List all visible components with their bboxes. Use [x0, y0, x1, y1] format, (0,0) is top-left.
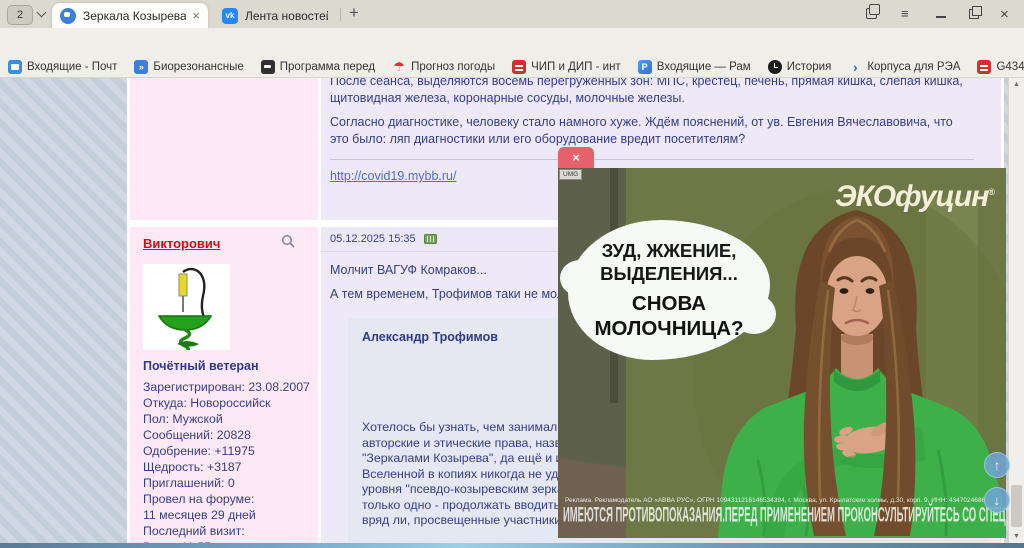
bookmark-biorezonans[interactable]: » Биорезонансные: [134, 59, 244, 74]
restore-button[interactable]: [969, 6, 982, 19]
post-author-link[interactable]: Викторович: [143, 236, 220, 251]
tab-vk-feed[interactable]: vk Лента новостей: [214, 3, 336, 28]
browser-toolbar: ← Я ↻ biorezonans.3bb.ru Зеркала Козырев…: [0, 28, 1024, 81]
user-rank: Почётный ветеран: [143, 359, 259, 373]
signature-link[interactable]: http://covid19.mybb.ru/: [330, 169, 456, 183]
taskbar-edge: [0, 543, 1024, 548]
stat-messages: Сообщений: 20828: [143, 428, 251, 442]
ad-network-badge: UMG: [559, 169, 583, 180]
ad-banner[interactable]: ЭКОфуцин® ЗУД, ЖЖЕНИЕ, ВЫДЕЛЕНИЯ... СНОВ…: [558, 168, 1006, 538]
bookmark-weather[interactable]: ☂ Прогноз погоды: [392, 59, 495, 75]
minimize-button[interactable]: [936, 16, 946, 18]
bubble-text: ЗУД, ЖЖЕНИЕ,: [601, 240, 737, 261]
mail-icon: [8, 59, 22, 74]
stat-lastvisit-label: Последний визит:: [143, 524, 245, 538]
page-scrollbar[interactable]: ▲ ▼: [1008, 78, 1024, 543]
stat-gender: Пол: Мужской: [143, 412, 223, 426]
tab-title: Зеркала Козырева 2: [83, 8, 187, 23]
scroll-to-top-button[interactable]: ↑: [984, 452, 1010, 478]
prev-post-profile-cell: [130, 78, 318, 220]
bookmark-tv-program[interactable]: Программа перед: [260, 59, 375, 74]
post-text-line: это было: ляп диагностики или его оборуд…: [330, 132, 746, 146]
avatar: [143, 264, 230, 354]
web-icon[interactable]: [423, 234, 437, 244]
umbrella-icon: ☂: [393, 58, 405, 74]
scrollbar-up-icon[interactable]: ▲: [1009, 81, 1024, 88]
search-posts-icon[interactable]: [281, 234, 296, 253]
new-tab-button[interactable]: +: [349, 3, 359, 23]
ad-brand-logo: ЭКОфуцин®: [835, 180, 995, 213]
tab-counter[interactable]: 2: [7, 5, 33, 25]
tab-close-icon[interactable]: ×: [192, 8, 200, 23]
stat-from: Откуда: Новороссийск: [143, 396, 271, 410]
post-text-line: щитовидная железа, коронарные сосуды, мо…: [330, 91, 685, 105]
stat-approval: Одобрение: +11975: [143, 444, 255, 458]
ad-speech-bubble: ЗУД, ЖЖЕНИЕ, ВЫДЕЛЕНИЯ... СНОВА МОЛОЧНИЦ…: [560, 220, 776, 360]
chevron-down-icon[interactable]: [36, 7, 47, 18]
bookmark-gainta[interactable]: G434, Gainta: [977, 59, 1024, 74]
chevron-icon: ›: [852, 58, 858, 75]
scroll-to-bottom-button[interactable]: ↓: [984, 487, 1010, 513]
scrollbar-down-icon[interactable]: ▼: [1009, 533, 1024, 540]
stat-time-label: Провел на форуме:: [143, 492, 255, 506]
ad-close-button[interactable]: ×: [558, 147, 594, 168]
post-text-line: После сеанса, выделяются восемь перегруж…: [330, 78, 963, 88]
stat-invites: Приглашений: 0: [143, 476, 235, 490]
tab-active[interactable]: Зеркала Козырева 2 ×: [52, 3, 208, 28]
window-close-button[interactable]: ×: [1000, 6, 1009, 23]
site-favicon: [60, 7, 76, 24]
chip-icon: [512, 59, 527, 74]
bookmark-rea-cases[interactable]: › Корпуса для РЭА: [848, 59, 960, 75]
scrollbar-thumb[interactable]: [1011, 485, 1022, 527]
bubble-text: МОЛОЧНИЦА?: [594, 317, 744, 340]
bookmark-chipdip[interactable]: ЧИП и ДИП - инт: [512, 59, 621, 74]
post-text-line: Согласно диагностике, человеку стало нам…: [330, 115, 953, 129]
tab-bar: 2 Зеркала Козырева 2 × vk Лента новостей…: [0, 0, 1024, 28]
bubble-text: ВЫДЕЛЕНИЯ...: [600, 263, 738, 284]
history-icon: [767, 59, 782, 74]
signature-divider: [330, 159, 975, 160]
vk-icon: vk: [222, 7, 238, 24]
bookmark-mail[interactable]: Входящие - Почт: [8, 59, 117, 74]
ad-warning-text: ИМЕЮТСЯ ПРОТИВОПОКАЗАНИЯ. ПЕРЕД ПРИМЕНЕН…: [563, 502, 1006, 527]
bookmark-history[interactable]: История: [767, 59, 831, 74]
post-profile-cell: Викторович Почётный ветеран Зарегистриро…: [130, 227, 318, 543]
tab-divider: [340, 8, 341, 21]
stat-time-value: 11 месяцев 29 дней: [143, 508, 256, 522]
mybb-icon: »: [134, 59, 149, 74]
bookmarks-bar: Входящие - Почт » Биорезонансные Програм…: [0, 56, 1024, 78]
stat-registered: Зарегистрирован: 23.08.2007: [143, 380, 310, 394]
tab-panels-icon[interactable]: [866, 4, 880, 19]
rambler-icon: Р: [637, 59, 652, 74]
post-date: 05.12.2025 15:35: [330, 233, 416, 245]
tab-title: Лента новостей: [245, 8, 328, 23]
menu-icon[interactable]: ≡: [901, 6, 909, 21]
tv-icon: [260, 59, 275, 74]
bookmark-rambler-mail[interactable]: Р Входящие — Рам: [637, 59, 751, 74]
stat-generosity: Щедрость: +3187: [143, 460, 242, 474]
bubble-text: СНОВА: [631, 292, 707, 315]
chip-icon: [977, 59, 992, 74]
